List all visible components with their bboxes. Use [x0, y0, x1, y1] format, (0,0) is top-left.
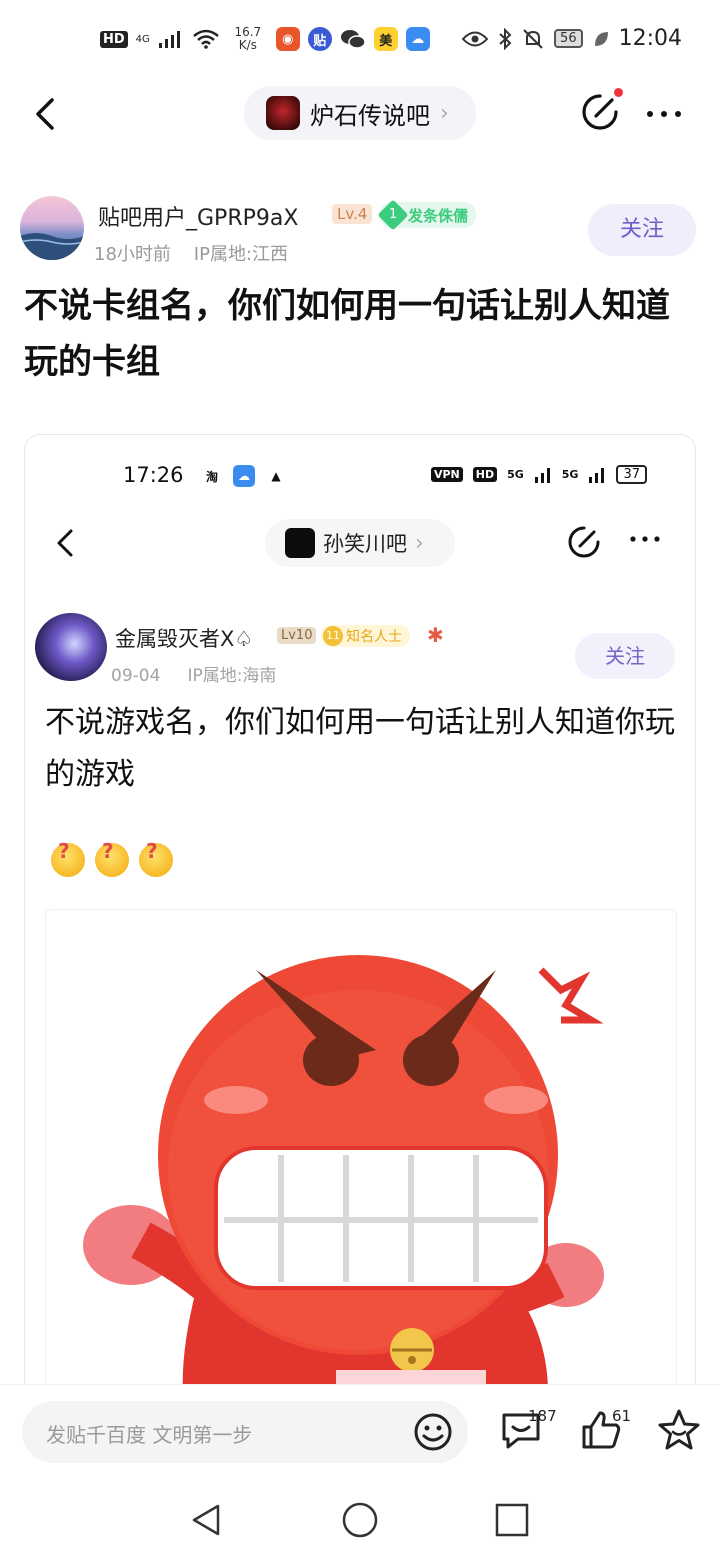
vpn-indicator: VPN	[430, 467, 463, 482]
embedded-date: 09-04	[111, 666, 161, 686]
signal-5g-1: 5G	[507, 468, 524, 481]
comment-placeholder: 发贴千百度 文明第一步	[46, 1423, 253, 1447]
nav-recents-icon[interactable]	[492, 1500, 532, 1540]
thinking-emoji-icon: ?	[95, 839, 129, 877]
bottom-action-bar: 发贴千百度 文明第一步 187 61	[0, 1384, 720, 1480]
avatar[interactable]	[20, 196, 84, 260]
embedded-badge: 11 知名人士	[321, 625, 410, 647]
crab-icon: ✱	[427, 623, 444, 647]
wechat-icon	[340, 30, 366, 49]
embedded-follow-button: 关注	[575, 633, 675, 679]
wifi-icon	[192, 29, 219, 49]
share-icon[interactable]	[578, 90, 622, 134]
embedded-status-right: VPN HD 5G 5G 37	[430, 465, 647, 484]
system-navigation	[0, 1480, 720, 1560]
nav-back-icon[interactable]	[186, 1500, 226, 1540]
embedded-author: 金属毁灭者X♤ Lv10 11 知名人士 ✱ 09-04 IP属地:海南 关注	[25, 611, 695, 686]
signal-icon	[589, 467, 605, 483]
app-notification-icon: ◉	[275, 27, 300, 51]
network-type: 4G	[135, 33, 150, 45]
badge-number: 1	[377, 199, 409, 231]
chevron-right-icon: ›	[415, 530, 424, 556]
top-nav: 炉石传说吧 ›	[0, 84, 720, 144]
embedded-badge-text: 知名人士	[346, 629, 402, 645]
embedded-username: 金属毁灭者X♤	[115, 627, 254, 651]
username[interactable]: 贴吧用户_GPRP9aX	[98, 200, 298, 232]
embedded-badge-number: 11	[323, 626, 343, 646]
embedded-app-icons: 淘 ☁ ▲	[201, 465, 287, 487]
status-bar: HD 4G 16.7 K/s ◉ 贴 美 ☁ 56 12:04	[0, 0, 720, 84]
thinking-emoji-icon: ?	[51, 839, 85, 877]
hd-indicator: HD	[100, 30, 128, 48]
eye-icon	[462, 31, 489, 46]
post-meta: 18小时前 IP属地:江西	[94, 240, 288, 266]
post-ip: IP属地:江西	[193, 244, 289, 265]
more-icon[interactable]	[642, 94, 686, 134]
embedded-forum-name: 孙笑川吧	[323, 532, 407, 556]
status-time: 12:04	[618, 26, 682, 51]
forum-link[interactable]: 炉石传说吧 ›	[244, 86, 476, 140]
post-image[interactable]: 17:26 淘 ☁ ▲ VPN HD 5G 5G 37 孙笑川吧 › 金属毁灭者…	[24, 434, 696, 1414]
network-speed: 16.7 K/s	[228, 26, 268, 52]
embedded-time: 17:26	[123, 463, 184, 487]
post-time: 18小时前	[94, 244, 171, 265]
meituan-icon: 美	[373, 27, 398, 51]
back-chevron-left-icon[interactable]	[28, 92, 68, 136]
embedded-nav: 孙笑川吧 ›	[25, 517, 695, 569]
notification-dot	[614, 88, 623, 97]
cloud-app-icon: ☁	[405, 27, 430, 51]
embedded-emojis: ? ? ?	[51, 839, 173, 877]
leaf-icon	[594, 31, 608, 46]
badge-text: 发条侏儒	[408, 206, 469, 225]
taobao-icon: 淘	[205, 469, 218, 484]
nav-home-icon[interactable]	[340, 1500, 380, 1540]
follow-button[interactable]: 关注	[588, 204, 696, 256]
embedded-avatar	[35, 613, 107, 681]
emoji-icon[interactable]	[412, 1411, 454, 1453]
embedded-forum-pill: 孙笑川吧 ›	[265, 519, 455, 567]
signal-5g-2: 5G	[561, 468, 579, 481]
signal-icon	[158, 31, 180, 48]
cat-icon: ▲	[271, 469, 281, 483]
more-icon	[630, 536, 660, 542]
like-count: 61	[612, 1407, 632, 1425]
embedded-title: 不说游戏名，你们如何用一句话让别人知道你玩的游戏	[45, 705, 675, 792]
status-right: 56 12:04	[462, 26, 682, 51]
chevron-right-icon: ›	[440, 100, 449, 126]
battery-indicator: 56	[554, 29, 583, 48]
thinking-emoji-icon: ?	[139, 839, 173, 877]
tieba-notification-icon: 贴	[307, 27, 332, 51]
embedded-battery: 37	[616, 465, 647, 484]
title-badge: 1 发条侏儒	[377, 199, 477, 231]
hand-forum-icon	[285, 528, 315, 558]
bluetooth-icon	[499, 27, 512, 50]
embedded-ip: IP属地:海南	[187, 666, 277, 686]
forum-name: 炉石传说吧	[310, 101, 430, 130]
comment-input[interactable]: 发贴千百度 文明第一步	[22, 1401, 468, 1463]
share-icon	[568, 526, 600, 558]
speed-unit: K/s	[238, 38, 257, 52]
embedded-level: Lv10	[277, 627, 317, 644]
status-left: HD 4G 16.7 K/s ◉ 贴 美 ☁	[100, 26, 430, 52]
avatar-ocean-icon	[20, 233, 84, 260]
mute-icon	[523, 28, 543, 49]
embedded-meta: 09-04 IP属地:海南	[111, 661, 276, 686]
angry-face-illustration-icon	[83, 955, 604, 1413]
signal-icon	[534, 467, 550, 483]
post-title: 不说卡组名，你们如何用一句话让别人知道玩的卡组	[24, 286, 670, 382]
angry-doraemon-sticker	[45, 909, 677, 1413]
level-badge: Lv.4	[332, 204, 373, 224]
comment-count: 187	[528, 1407, 557, 1425]
hearthstone-forum-icon	[266, 96, 300, 130]
embedded-status-bar: 17:26 淘 ☁ ▲ VPN HD 5G 5G 37	[25, 459, 695, 495]
post-author: 贴吧用户_GPRP9aX Lv.4 1 发条侏儒 18小时前 IP属地:江西 关…	[0, 188, 720, 268]
chevron-left-icon	[57, 529, 73, 557]
star-icon[interactable]	[656, 1407, 702, 1453]
cloud-app-icon: ☁	[233, 465, 255, 487]
hd-indicator: HD	[472, 467, 498, 482]
